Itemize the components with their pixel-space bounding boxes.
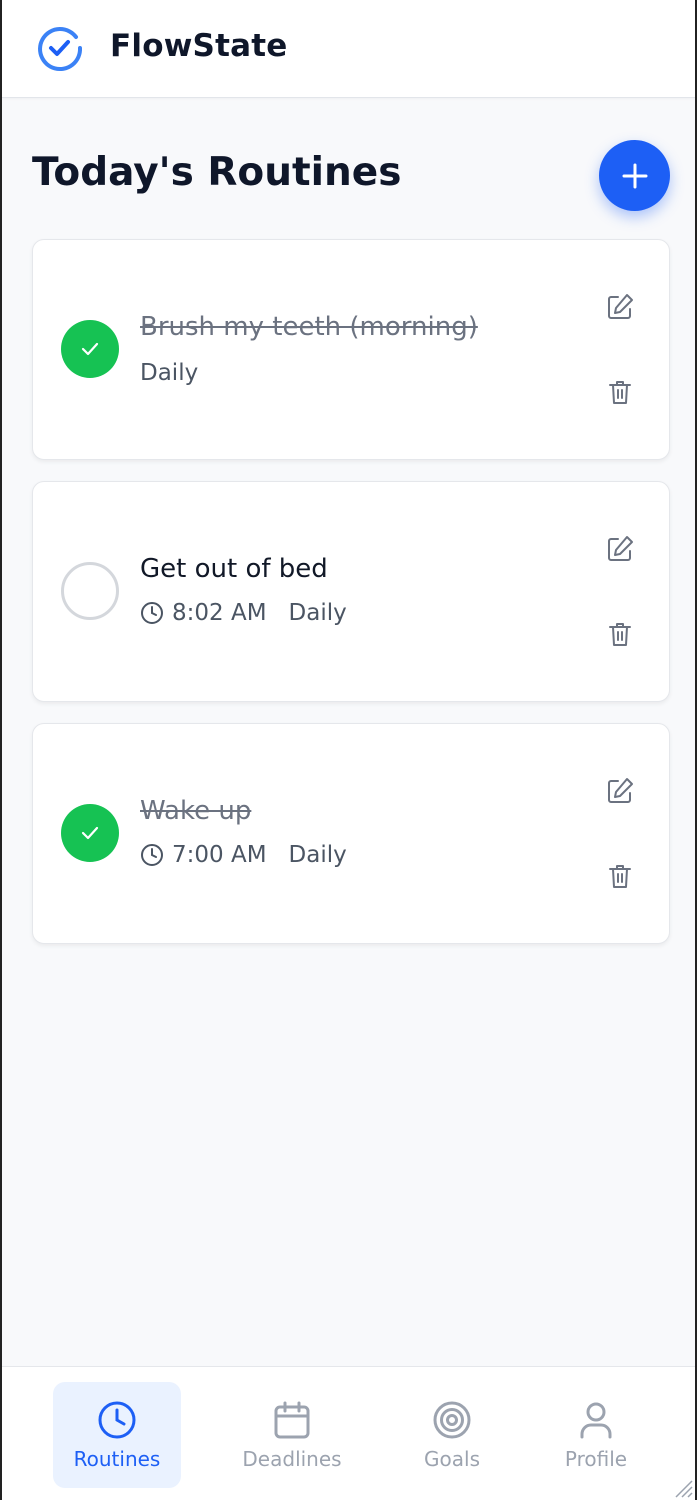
routine-title: Brush my teeth (morning) [140, 312, 478, 342]
tab-goals[interactable]: Goals [388, 1382, 516, 1488]
routine-card: Get out of bed 8:02 AM Daily [32, 481, 670, 702]
clock-icon [141, 602, 163, 624]
app-frame: FlowState Today's Routines Brush my teet… [0, 0, 697, 1500]
resize-grip-icon[interactable] [671, 1476, 693, 1498]
app-header: FlowState [2, 0, 695, 98]
routine-time: 7:00 AM [172, 842, 267, 868]
clock-icon [141, 844, 163, 866]
routine-title: Get out of bed [140, 554, 328, 584]
trash-icon[interactable] [605, 619, 635, 649]
routine-card: Brush my teeth (morning) Daily [32, 239, 670, 460]
routine-frequency: Daily [288, 842, 347, 868]
routine-title: Wake up [140, 796, 252, 826]
trash-icon[interactable] [605, 377, 635, 407]
routine-complete-toggle[interactable] [61, 562, 119, 620]
routine-card: Wake up 7:00 AM Daily [32, 723, 670, 944]
tab-label: Deadlines [242, 1447, 342, 1471]
routine-complete-toggle[interactable] [61, 320, 119, 378]
tab-label: Goals [424, 1447, 480, 1471]
clock-icon [98, 1401, 136, 1439]
routine-meta: 7:00 AM Daily [140, 842, 347, 868]
calendar-icon [274, 1401, 310, 1439]
routine-meta: 8:02 AM Daily [140, 600, 347, 626]
checkmark-icon [81, 826, 99, 840]
add-routine-button[interactable] [599, 140, 670, 211]
routine-frequency: Daily [288, 600, 347, 626]
edit-icon[interactable] [605, 776, 635, 806]
tab-label: Profile [564, 1447, 628, 1471]
trash-icon[interactable] [605, 861, 635, 891]
routine-complete-toggle[interactable] [61, 804, 119, 862]
bottom-nav: Routines Deadlines Goals Profile [2, 1366, 695, 1500]
user-icon [580, 1402, 612, 1439]
routine-meta: Daily [140, 360, 198, 386]
check-circle-icon [38, 27, 83, 72]
tab-profile[interactable]: Profile [532, 1382, 660, 1488]
plus-icon [622, 163, 647, 188]
routine-frequency: Daily [140, 360, 199, 386]
edit-icon[interactable] [605, 534, 635, 564]
app-title: FlowState [110, 28, 288, 64]
tab-label: Routines [73, 1447, 161, 1471]
checkmark-icon [81, 342, 99, 356]
tab-routines[interactable]: Routines [53, 1382, 181, 1488]
edit-icon[interactable] [605, 292, 635, 322]
routine-time: 8:02 AM [172, 600, 267, 626]
target-icon [433, 1401, 471, 1439]
tab-deadlines[interactable]: Deadlines [228, 1382, 356, 1488]
page-title: Today's Routines [32, 150, 402, 195]
